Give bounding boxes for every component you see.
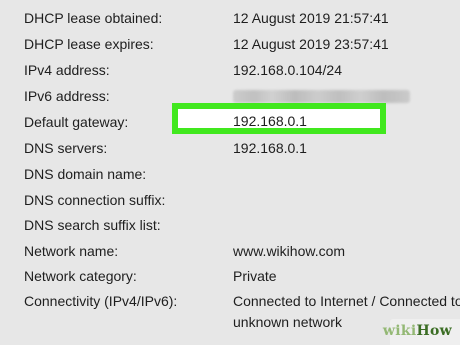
property-value: 12 August 2019 21:57:41 [233, 10, 389, 26]
property-row-ipv4: IPv4 address: 192.168.0.104/24 [0, 60, 460, 84]
property-value: 192.168.0.104/24 [233, 62, 342, 78]
property-label: Network name: [24, 243, 119, 259]
property-row-dns-domain: DNS domain name: [0, 164, 460, 188]
property-value: www.wikihow.com [233, 243, 346, 259]
property-row-dhcp-expires: DHCP lease expires: 12 August 2019 23:57… [0, 34, 460, 58]
watermark-wiki-text: wiki [382, 323, 417, 339]
property-row-dns-servers: DNS servers: 192.168.0.1 [0, 138, 460, 162]
watermark-how-text: How [416, 323, 452, 339]
property-label: Connectivity (IPv4/IPv6): [24, 293, 178, 309]
property-label: Network category: [24, 268, 137, 284]
property-label: DHCP lease expires: [24, 36, 154, 52]
property-label: IPv4 address: [24, 62, 110, 78]
default-gateway-value: 192.168.0.1 [233, 113, 307, 129]
property-label: IPv6 address: [24, 88, 110, 104]
property-row-dns-search-suffix: DNS search suffix list: [0, 215, 460, 239]
blurred-ipv6-value [233, 90, 410, 103]
property-value: 192.168.0.1 [233, 140, 307, 156]
network-properties-panel: DHCP lease obtained: 12 August 2019 21:5… [0, 0, 460, 345]
property-label: DNS search suffix list: [24, 217, 161, 233]
wikihow-watermark: wikiHow [383, 319, 460, 345]
property-row-network-category: Network category: Private [0, 266, 460, 290]
property-label: DNS servers: [24, 140, 108, 156]
property-row-dhcp-obtained: DHCP lease obtained: 12 August 2019 21:5… [0, 8, 460, 32]
property-value: 12 August 2019 23:57:41 [233, 36, 389, 52]
property-label: Default gateway: [24, 114, 129, 130]
property-label: DNS connection suffix: [24, 192, 166, 208]
gateway-highlight-box: 192.168.0.1 [172, 103, 386, 134]
property-row-network-name: Network name: www.wikihow.com [0, 241, 460, 265]
property-label: DNS domain name: [24, 166, 147, 182]
property-label: DHCP lease obtained: [24, 10, 163, 26]
watermark-logo: wikiHow [383, 323, 452, 339]
property-value: Private [233, 268, 277, 284]
property-row-dns-connection-suffix: DNS connection suffix: [0, 190, 460, 214]
